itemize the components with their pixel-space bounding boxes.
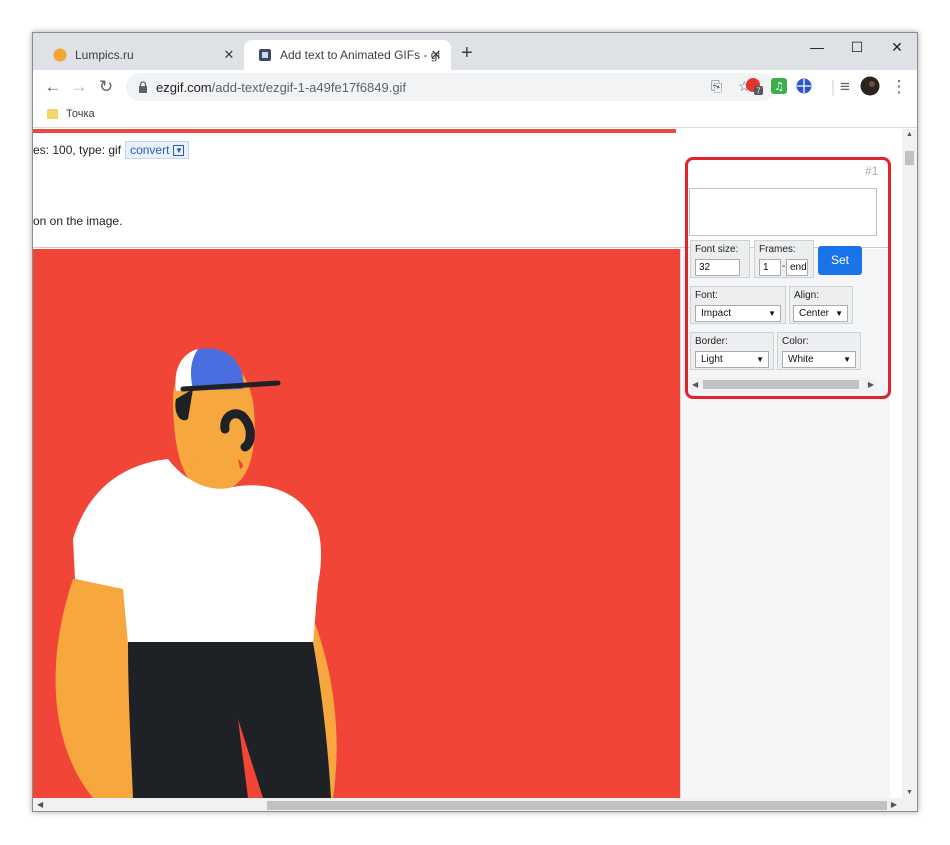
file-info: es: 100, type: gif convert ▼ — [33, 141, 190, 159]
close-tab-icon[interactable]: ✕ — [429, 48, 443, 62]
scroll-down-icon[interactable]: ▼ — [902, 789, 917, 796]
scroll-left-icon[interactable]: ◀ — [37, 798, 43, 811]
scroll-thumb[interactable] — [905, 151, 914, 165]
convert-label: convert — [130, 143, 170, 157]
top-progress-strip — [33, 129, 676, 133]
scroll-right-icon[interactable]: ▶ — [891, 798, 897, 811]
convert-button[interactable]: convert ▼ — [125, 141, 190, 159]
vpn-extension-icon[interactable] — [795, 77, 813, 95]
highlight-frame — [685, 157, 891, 399]
music-extension-icon[interactable]: ♫ — [770, 77, 788, 95]
gif-preview-image[interactable] — [33, 249, 680, 798]
new-tab-icon[interactable]: + — [461, 43, 473, 63]
lock-icon — [139, 81, 147, 93]
tab-ezgif[interactable]: Add text to Animated GIFs - gif-m ✕ — [244, 40, 451, 70]
tab-lumpics[interactable]: Lumpics.ru ✕ — [39, 40, 244, 70]
ezgif-favicon-icon — [259, 49, 271, 61]
url-domain: ezgif.com — [156, 80, 212, 95]
maximize-icon[interactable]: ☐ — [847, 39, 867, 56]
scroll-thumb[interactable] — [267, 801, 887, 810]
tab-strip: Lumpics.ru ✕ Add text to Animated GIFs -… — [33, 33, 917, 70]
address-bar[interactable]: ezgif.com/add-text/ezgif-1-a49fe17f6849.… — [126, 73, 776, 101]
browser-window: Lumpics.ru ✕ Add text to Animated GIFs -… — [32, 32, 918, 812]
adblock-extension-icon[interactable]: 7 — [745, 77, 763, 95]
media-control-icon[interactable]: ≡ — [833, 75, 857, 99]
horizontal-scrollbar[interactable]: ◀ ▶ — [33, 798, 917, 811]
forward-icon[interactable]: → — [67, 75, 91, 99]
vertical-scrollbar[interactable]: ▲ ▼ — [902, 129, 917, 798]
bookmark-folder[interactable]: Точка — [47, 108, 95, 120]
hint-text: on on the image. — [33, 214, 123, 228]
bookmarks-bar: Точка — [33, 104, 917, 128]
file-info-text: es: 100, type: gif — [33, 143, 122, 157]
lumpics-favicon-icon — [53, 48, 67, 62]
minimize-icon[interactable]: — — [807, 39, 827, 55]
url-path: /add-text/ezgif-1-a49fe17f6849.gif — [211, 80, 407, 95]
folder-icon — [47, 109, 58, 119]
close-window-icon[interactable]: ✕ — [887, 39, 907, 56]
character-illustration — [55, 348, 337, 798]
tab-title: Lumpics.ru — [75, 48, 134, 62]
svg-text:♫: ♫ — [774, 80, 784, 93]
bookmark-label: Точка — [66, 108, 95, 120]
toolbar: ← → ↻ ezgif.com/add-text/ezgif-1-a49fe17… — [33, 70, 917, 104]
extension-badge: 7 — [756, 87, 761, 96]
avatar-icon[interactable] — [860, 76, 880, 96]
tab-title: Add text to Animated GIFs - gif-m — [280, 48, 440, 62]
reload-icon[interactable]: ↻ — [94, 75, 118, 99]
translate-icon[interactable]: ⎘ — [711, 78, 722, 95]
url-text: ezgif.com/add-text/ezgif-1-a49fe17f6849.… — [156, 80, 406, 95]
menu-icon[interactable]: ⋮ — [887, 75, 911, 99]
back-icon[interactable]: ← — [41, 75, 65, 99]
scroll-up-icon[interactable]: ▲ — [902, 131, 917, 138]
close-tab-icon[interactable]: ✕ — [222, 48, 236, 62]
download-icon: ▼ — [173, 144, 185, 156]
